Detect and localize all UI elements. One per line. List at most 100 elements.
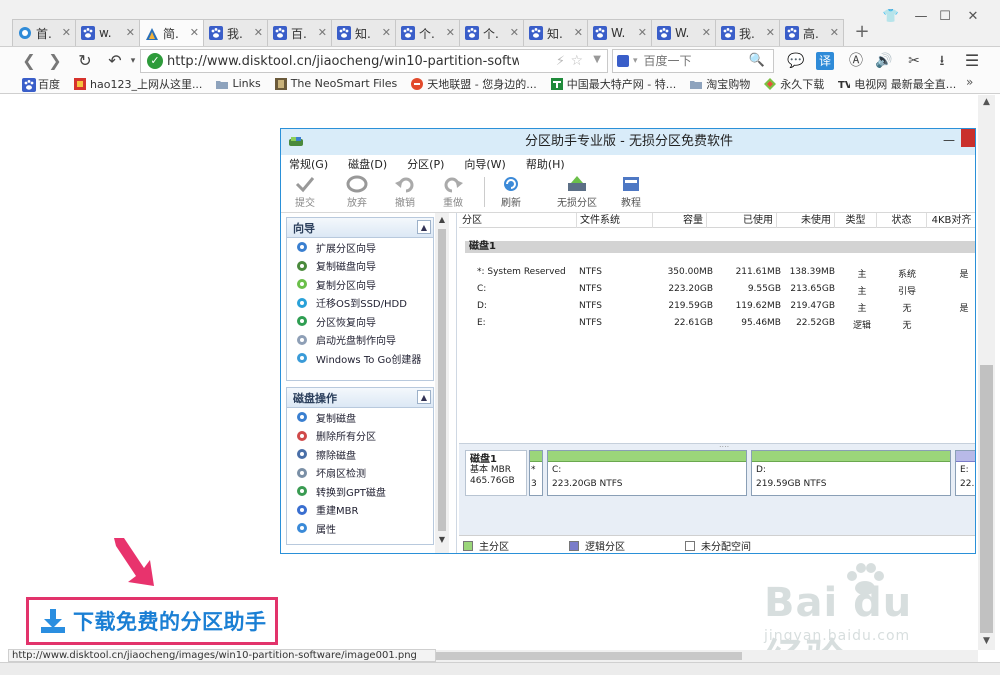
browser-tab[interactable]: w. ✕ [76, 19, 140, 46]
bookmark-item[interactable]: The NeoSmart Files [274, 77, 397, 90]
paw-icon [529, 26, 543, 40]
bookmark-item[interactable]: TV 电视网 最新最全直... [838, 76, 956, 92]
tab-close-icon[interactable]: ✕ [62, 26, 71, 39]
properties-icon [297, 523, 307, 534]
bookmark-label: 百度 [38, 77, 60, 91]
browser-tab[interactable]: 知. ✕ [524, 19, 588, 46]
panel-list-item: 分区恢复向导 [287, 312, 433, 331]
tab-close-icon[interactable]: ✕ [254, 26, 263, 39]
tab-close-icon[interactable]: ✕ [830, 26, 839, 39]
forward-icon[interactable]: ❯ [44, 50, 66, 72]
browser-tab[interactable]: 百. ✕ [268, 19, 332, 46]
horizontal-scroll-thumb[interactable] [436, 652, 742, 660]
vertical-scroll-thumb[interactable] [980, 365, 993, 633]
bookmark-item[interactable]: Links [216, 77, 261, 90]
panel-item-label: 启动光盘制作向导 [316, 336, 396, 348]
tab-close-icon[interactable]: ✕ [446, 26, 455, 39]
scissors-icon[interactable]: ✂ [904, 51, 924, 71]
maximize-button[interactable]: ☐ [934, 8, 956, 26]
panel-item-label: Windows To Go创建器 [316, 354, 422, 366]
download-link-text[interactable]: 下载免费的分区助手 [73, 606, 267, 636]
search-engine-dropdown-icon[interactable]: ▾ [633, 56, 638, 66]
search-input[interactable] [643, 54, 754, 68]
partition-block: * 3 [529, 450, 543, 496]
scroll-down-icon[interactable]: ▼ [978, 636, 995, 646]
tab-close-icon[interactable]: ✕ [382, 26, 391, 39]
bookmark-item[interactable]: 中国最大特产网 - 特... [550, 76, 676, 92]
browser-tab[interactable]: 知. ✕ [332, 19, 396, 46]
disk-group-header: 磁盘1 [465, 241, 975, 253]
browser-tab[interactable]: 简. ✕ [140, 19, 204, 47]
bookmark-item[interactable]: 百度 [22, 76, 60, 92]
bookmark-item[interactable]: 淘宝购物 [690, 76, 750, 92]
convert-gpt-icon [297, 486, 307, 497]
panel-list-item: 复制磁盘向导 [287, 257, 433, 276]
scroll-down-icon: ▼ [438, 535, 446, 544]
browser-tab[interactable]: 首. ✕ [12, 19, 76, 46]
tab-close-icon[interactable]: ✕ [190, 26, 199, 39]
browser-tab[interactable]: 个. ✕ [460, 19, 524, 46]
column-header: 未使用 [777, 213, 835, 228]
new-tab-button[interactable]: + [850, 22, 874, 44]
paw-icon [81, 26, 95, 40]
browser-tab[interactable]: 我. ✕ [204, 19, 268, 46]
tab-strip: 首. ✕ w. ✕ 简. ✕ 我. ✕ 百. ✕ 知. ✕ 个. ✕ 个. ✕ 知. ✕ W. ✕ W. ✕ 我. ✕ 高. ✕ … [0, 0, 1000, 47]
partition-name: D: [477, 301, 487, 311]
toolbar-button-label: 教程 [621, 198, 641, 209]
browser-tab[interactable]: W. ✕ [652, 19, 716, 46]
expand-partition-icon [297, 242, 307, 253]
skin-icon[interactable]: 👕 [880, 8, 902, 26]
url-text[interactable]: http://www.disktool.cn/jiaocheng/win10-p… [167, 54, 519, 69]
menu-icon[interactable]: ☰ [962, 51, 982, 71]
wizard-panel-header: 向导 ▲ [287, 218, 433, 238]
partition-used: 9.55GB [747, 284, 781, 294]
download-icon[interactable]: ⭳ [932, 51, 952, 71]
app-menu-item: 磁盘(D) [348, 158, 388, 171]
tab-close-icon[interactable]: ✕ [766, 26, 775, 39]
tab-close-icon[interactable]: ✕ [574, 26, 583, 39]
browser-tab[interactable]: 个. ✕ [396, 19, 460, 46]
minimize-button[interactable]: — [910, 8, 932, 26]
scroll-up-icon[interactable]: ▲ [978, 97, 995, 107]
column-header: 4KB对齐 [927, 213, 975, 228]
download-link[interactable]: 下载免费的分区助手 [26, 597, 278, 645]
tab-close-icon[interactable]: ✕ [510, 26, 519, 39]
reload-icon[interactable]: ↻ [74, 50, 96, 72]
download-site-icon [764, 77, 777, 90]
bookmark-star-icon[interactable]: ☆ [570, 53, 583, 69]
toolbar-button-label: 提交 [295, 198, 315, 209]
browser-tab[interactable]: 我. ✕ [716, 19, 780, 46]
search-icon[interactable]: 🔍 [749, 53, 765, 68]
browser-tab[interactable]: 高. ✕ [780, 19, 844, 46]
adblock-icon[interactable]: Ⓐ [846, 51, 866, 71]
chat-icon[interactable]: 💬 [786, 51, 806, 71]
address-dropdown-icon[interactable]: ▼ [593, 54, 601, 65]
address-bar[interactable]: ✓ http://www.disktool.cn/jiaocheng/win10… [140, 49, 608, 73]
partition-capacity: 219.59GB [668, 301, 713, 311]
close-window-button[interactable]: ✕ [962, 8, 984, 26]
translate-icon[interactable]: 译 [816, 52, 834, 70]
bookmark-label: 永久下载 [780, 77, 825, 91]
undo-icon [385, 175, 425, 193]
tab-label: 个. [483, 26, 499, 41]
search-box[interactable]: ▾ 🔍 [612, 49, 774, 73]
tab-close-icon[interactable]: ✕ [318, 26, 327, 39]
lightning-icon[interactable]: ⚡ [556, 54, 565, 69]
bookmarks-more-button[interactable]: » [966, 75, 980, 89]
page-horizontal-scrollbar[interactable] [436, 650, 978, 662]
legend-item: 逻辑分区 [569, 538, 625, 553]
bookmark-item[interactable]: 天地联盟 - 您身边的... [411, 76, 537, 92]
disk-card-size: 465.76GB [470, 476, 515, 486]
app-toolbar: 提交 放弃 撤销 重做 刷新 无损分区 教程 [281, 173, 975, 213]
sound-icon[interactable]: 🔊 [874, 51, 894, 71]
bookmark-item[interactable]: 永久下载 [764, 76, 824, 92]
page-vertical-scrollbar[interactable]: ▲ ▼ [978, 95, 995, 650]
browser-tab[interactable]: W. ✕ [588, 19, 652, 46]
back-icon[interactable]: ❮ [18, 50, 40, 72]
search-engine-icon[interactable] [617, 55, 629, 67]
tab-close-icon[interactable]: ✕ [702, 26, 711, 39]
tab-close-icon[interactable]: ✕ [126, 26, 135, 39]
tab-close-icon[interactable]: ✕ [638, 26, 647, 39]
partition-name: *: System Reserved [477, 267, 566, 277]
bookmark-item[interactable]: hao123_上网从这里... [74, 76, 202, 92]
